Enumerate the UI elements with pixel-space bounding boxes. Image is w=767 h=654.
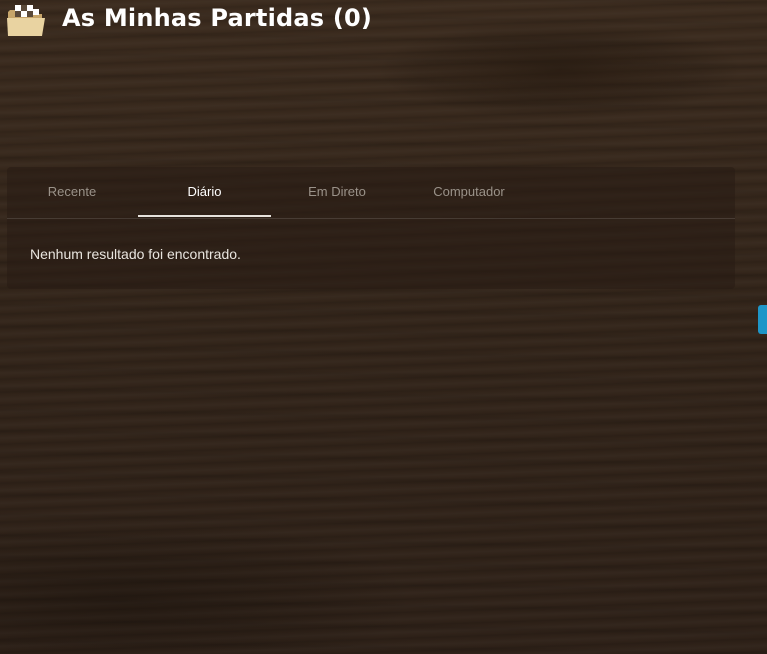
active-tab-indicator (138, 215, 271, 217)
tab-bar: Recente Diário Em Direto Computador (7, 167, 735, 219)
tab-recent[interactable]: Recente (7, 167, 137, 216)
side-panel-handle[interactable] (758, 305, 767, 334)
tab-label: Computador (433, 184, 505, 199)
tab-label: Recente (47, 184, 97, 199)
tab-daily[interactable]: Diário (138, 167, 271, 217)
tab-live[interactable]: Em Direto (271, 167, 403, 216)
tab-computer[interactable]: Computador (403, 167, 535, 216)
tab-label: Diário (187, 184, 222, 199)
empty-results-message: Nenhum resultado foi encontrado. (30, 246, 241, 262)
folder-open-icon (6, 2, 46, 38)
page-title: As Minhas Partidas (0) (62, 4, 373, 32)
games-panel: Recente Diário Em Direto Computador Nenh… (7, 167, 735, 289)
tab-label: Em Direto (308, 184, 366, 199)
